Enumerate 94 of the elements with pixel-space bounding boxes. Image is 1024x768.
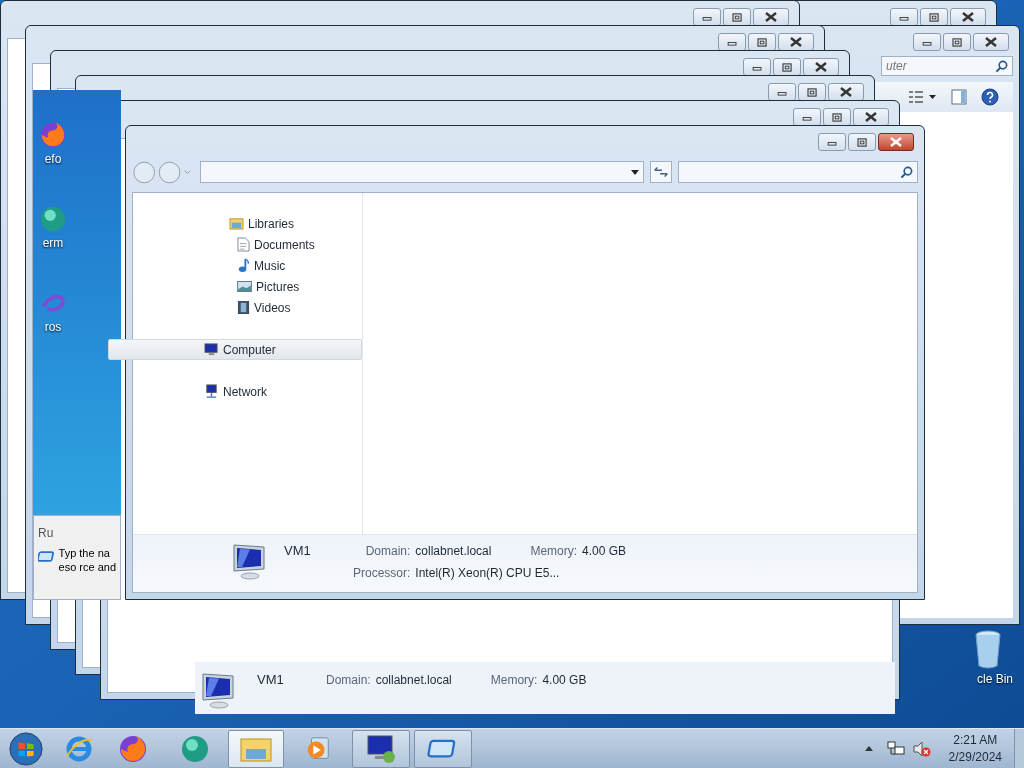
library-icon	[229, 217, 244, 230]
network-icon[interactable]	[886, 740, 905, 757]
muted-speaker-icon[interactable]	[912, 740, 931, 757]
close-icon	[865, 112, 877, 122]
dialog-text: Typ the na	[58, 546, 111, 560]
detail-value: 4.00 GB	[582, 543, 627, 560]
nav-item[interactable]: Documents	[133, 234, 362, 255]
dialog-title: Ru	[38, 525, 55, 542]
minimize-button[interactable]	[890, 8, 918, 26]
network-icon	[204, 384, 219, 399]
close-icon	[765, 12, 777, 22]
close-button[interactable]	[973, 33, 1009, 51]
close-icon	[840, 87, 852, 97]
minimize-button[interactable]	[693, 8, 721, 26]
view-options-icon[interactable]	[907, 90, 937, 104]
close-icon	[790, 37, 802, 47]
minimize-button[interactable]	[743, 58, 771, 76]
close-button[interactable]	[753, 8, 789, 26]
search-placeholder: uter	[886, 58, 907, 75]
maximize-icon	[928, 12, 940, 22]
taskbar-button[interactable]	[414, 729, 472, 768]
nav-item[interactable]: Pictures	[133, 276, 362, 297]
close-button[interactable]	[803, 58, 839, 76]
picture-icon	[237, 281, 252, 292]
help-icon[interactable]	[981, 88, 999, 106]
maximize-button[interactable]	[823, 108, 851, 126]
fox-globe-icon	[118, 733, 148, 764]
maximize-button[interactable]	[748, 33, 776, 51]
search-field[interactable]	[678, 161, 918, 183]
computer-icon	[204, 343, 219, 356]
maximize-icon	[951, 37, 963, 47]
detail-value: Intel(R) Xeon(R) CPU E5...	[415, 564, 561, 582]
desktop-icon-label: cle Bin	[977, 671, 1013, 688]
maximize-icon	[856, 137, 868, 147]
maximize-icon	[731, 12, 743, 22]
dropdown-arrow-icon[interactable]	[631, 169, 639, 175]
sphere-icon	[180, 733, 210, 764]
nav-item[interactable]: Computer	[108, 339, 362, 360]
maximize-button[interactable]	[920, 8, 948, 26]
refresh-icon[interactable]	[650, 161, 672, 183]
close-button[interactable]	[878, 133, 914, 151]
show-desktop-button[interactable]	[1014, 728, 1024, 768]
maximize-icon	[756, 37, 768, 47]
maximize-icon	[781, 62, 793, 72]
search-icon	[900, 165, 913, 179]
detail-value: collabnet.local	[375, 672, 452, 689]
minimize-button[interactable]	[768, 83, 796, 101]
close-icon	[890, 137, 902, 147]
nav-item[interactable]: Music	[133, 255, 362, 276]
recycle-bin-icon[interactable]	[973, 630, 1003, 670]
detail-label: Processor:	[353, 564, 411, 582]
sphere-icon[interactable]	[38, 204, 68, 234]
close-button[interactable]	[950, 8, 986, 26]
detail-value: 4.00 GB	[542, 672, 587, 689]
maximize-button[interactable]	[723, 8, 751, 26]
desktop-icon-label: ros	[44, 319, 62, 336]
run-icon	[38, 550, 56, 563]
detail-label: Memory:	[529, 543, 578, 560]
start-button[interactable]	[8, 730, 44, 767]
detail-label: Memory:	[489, 672, 538, 689]
detail-label: Domain:	[326, 672, 371, 689]
minimize-button[interactable]	[718, 33, 746, 51]
clock[interactable]: 2:21 AM 2/29/2024	[948, 731, 1002, 766]
close-icon	[985, 37, 997, 47]
music-note-icon	[237, 258, 250, 273]
search-icon	[995, 59, 1008, 73]
detail-label: Domain:	[364, 543, 411, 560]
desktop-icon-label: erm	[42, 235, 64, 252]
nav-item[interactable]: Videos	[133, 297, 362, 318]
dialog-text: eso rce and	[58, 560, 116, 574]
show-hidden-icons-icon[interactable]	[864, 746, 873, 751]
minimize-button[interactable]	[793, 108, 821, 126]
taskbar-button[interactable]	[352, 729, 410, 768]
detail-value: collabnet.local	[415, 543, 492, 560]
nav-item[interactable]: Network	[108, 381, 362, 402]
computer-name: VM1	[257, 671, 285, 689]
close-button[interactable]	[778, 33, 814, 51]
desktop-icon-label: efo	[44, 151, 62, 168]
nav-item[interactable]: Libraries	[133, 213, 362, 234]
close-icon	[962, 12, 974, 22]
remote-computer-icon	[365, 733, 397, 764]
clock-time: 2:21 AM	[953, 731, 998, 749]
close-button[interactable]	[828, 83, 864, 101]
maximize-button[interactable]	[773, 58, 801, 76]
maximize-icon	[831, 112, 843, 122]
clock-date: 2/29/2024	[948, 748, 1002, 766]
close-button[interactable]	[853, 108, 889, 126]
search-field[interactable]: uter	[881, 56, 1013, 76]
computer-name: VM1	[284, 542, 312, 560]
film-icon	[237, 300, 250, 315]
close-icon	[815, 62, 827, 72]
document-icon	[237, 237, 250, 252]
maximize-icon	[806, 87, 818, 97]
maximize-button[interactable]	[798, 83, 826, 101]
